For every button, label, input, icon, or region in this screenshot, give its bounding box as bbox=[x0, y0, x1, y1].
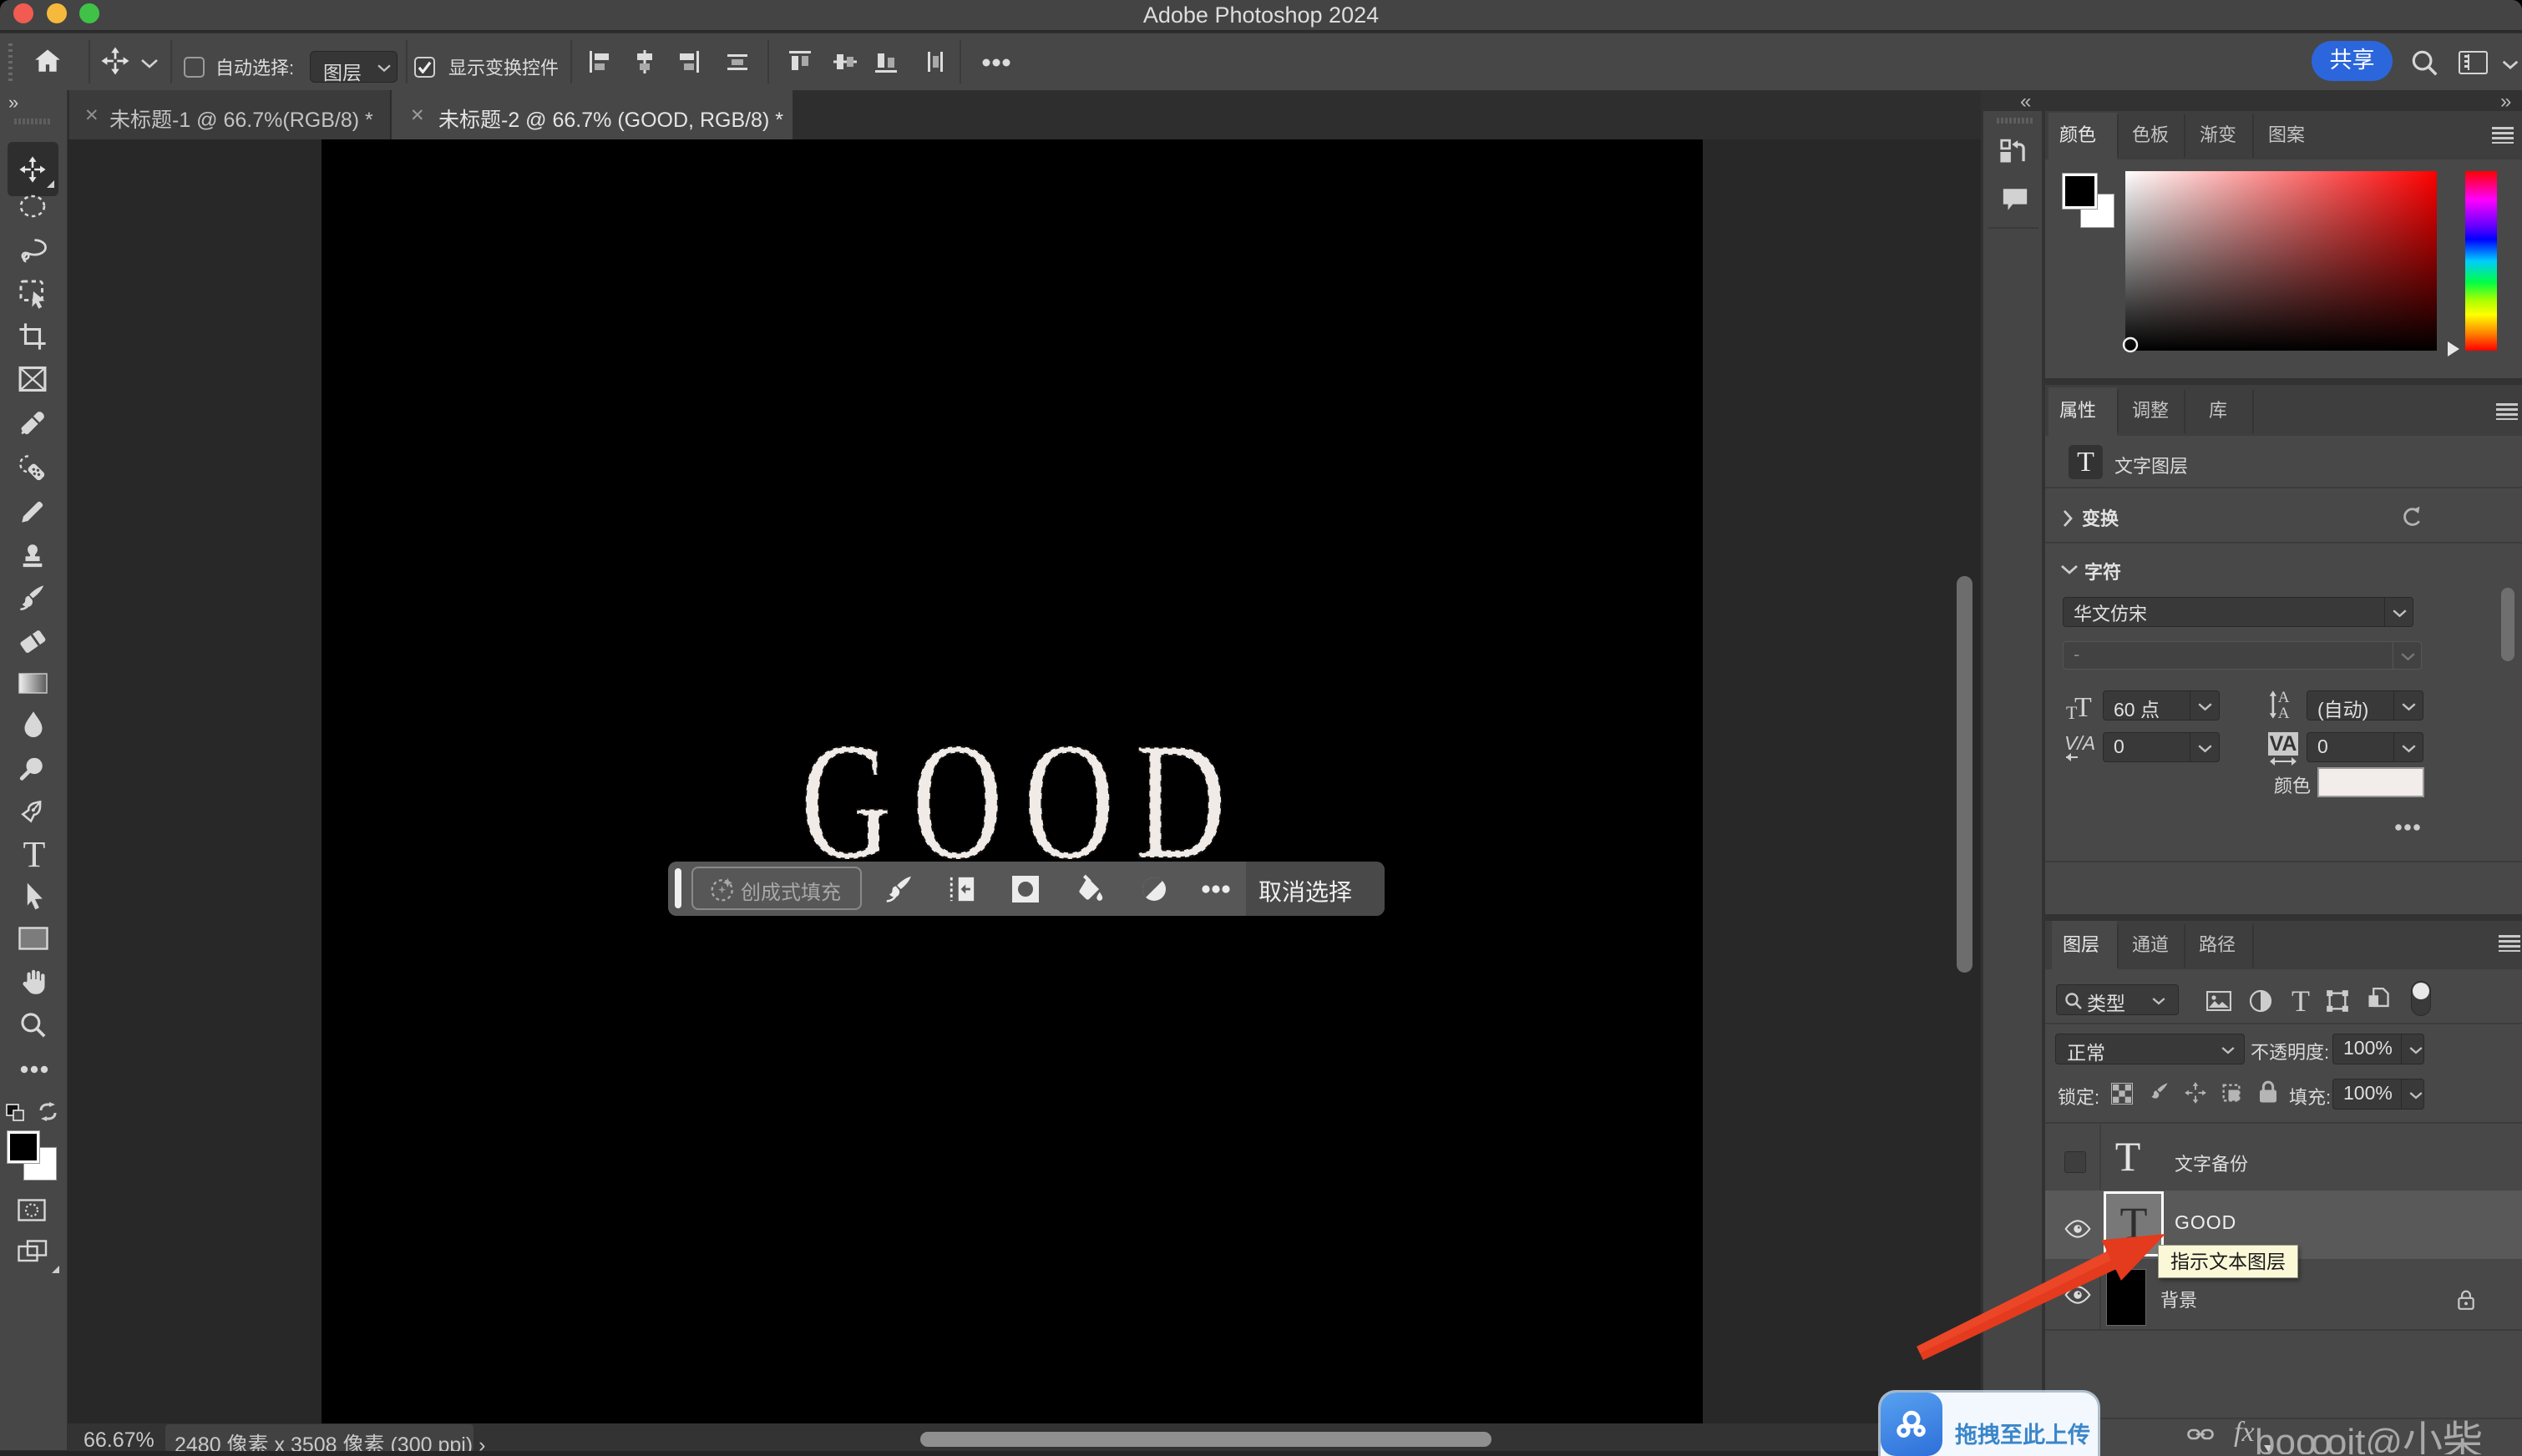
svg-text:A: A bbox=[2278, 689, 2290, 706]
svg-text:A: A bbox=[2278, 705, 2290, 720]
